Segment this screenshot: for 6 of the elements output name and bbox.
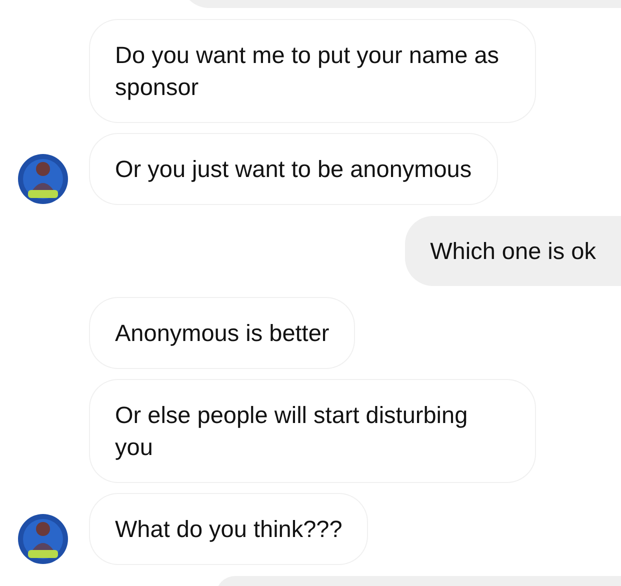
message-bubble: Or else people will start disturbing you [90,380,535,482]
message-bubble: Or you just want to be anonymous [90,134,497,204]
message-bubble: Anonymous is better [90,298,354,368]
message-bubble: Which one is ok [405,216,621,286]
message-bubble: Do you want me to put your name as sponsor [90,20,535,122]
message-bubble: What do you think??? [90,494,368,564]
